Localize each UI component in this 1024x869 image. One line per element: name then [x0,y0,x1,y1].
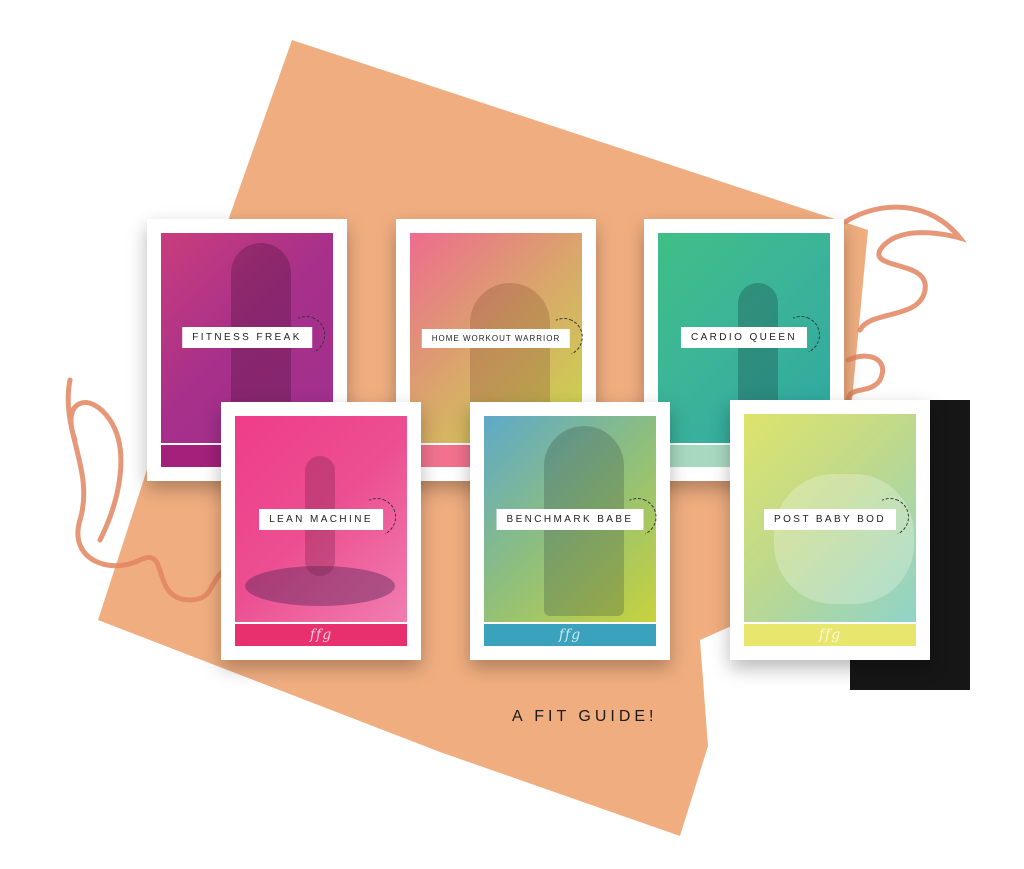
guide-card-post-baby-bod[interactable]: ffg POST BABY BOD [730,400,930,660]
guide-strip: ffg [484,624,656,646]
guide-label: BENCHMARK BABE [496,492,662,542]
guide-label: HOME WORKOUT WARRIOR [421,312,589,362]
brand-mark: ffg [818,627,842,643]
guide-label: POST BABY BOD [764,492,915,542]
guide-strip: ffg [744,624,916,646]
guide-label: LEAN MACHINE [259,492,402,542]
footer-tagline: A FIT GUIDE! [512,708,658,725]
guide-strip: ffg [235,624,407,646]
brand-mark: ffg [309,627,333,643]
guide-label: FITNESS FREAK [182,310,331,360]
guide-card-lean-machine[interactable]: ffg LEAN MACHINE [221,402,421,660]
brand-mark: ffg [558,627,582,643]
guide-card-benchmark-babe[interactable]: ffg BENCHMARK BABE [470,402,670,660]
guide-label: CARDIO QUEEN [680,310,826,360]
